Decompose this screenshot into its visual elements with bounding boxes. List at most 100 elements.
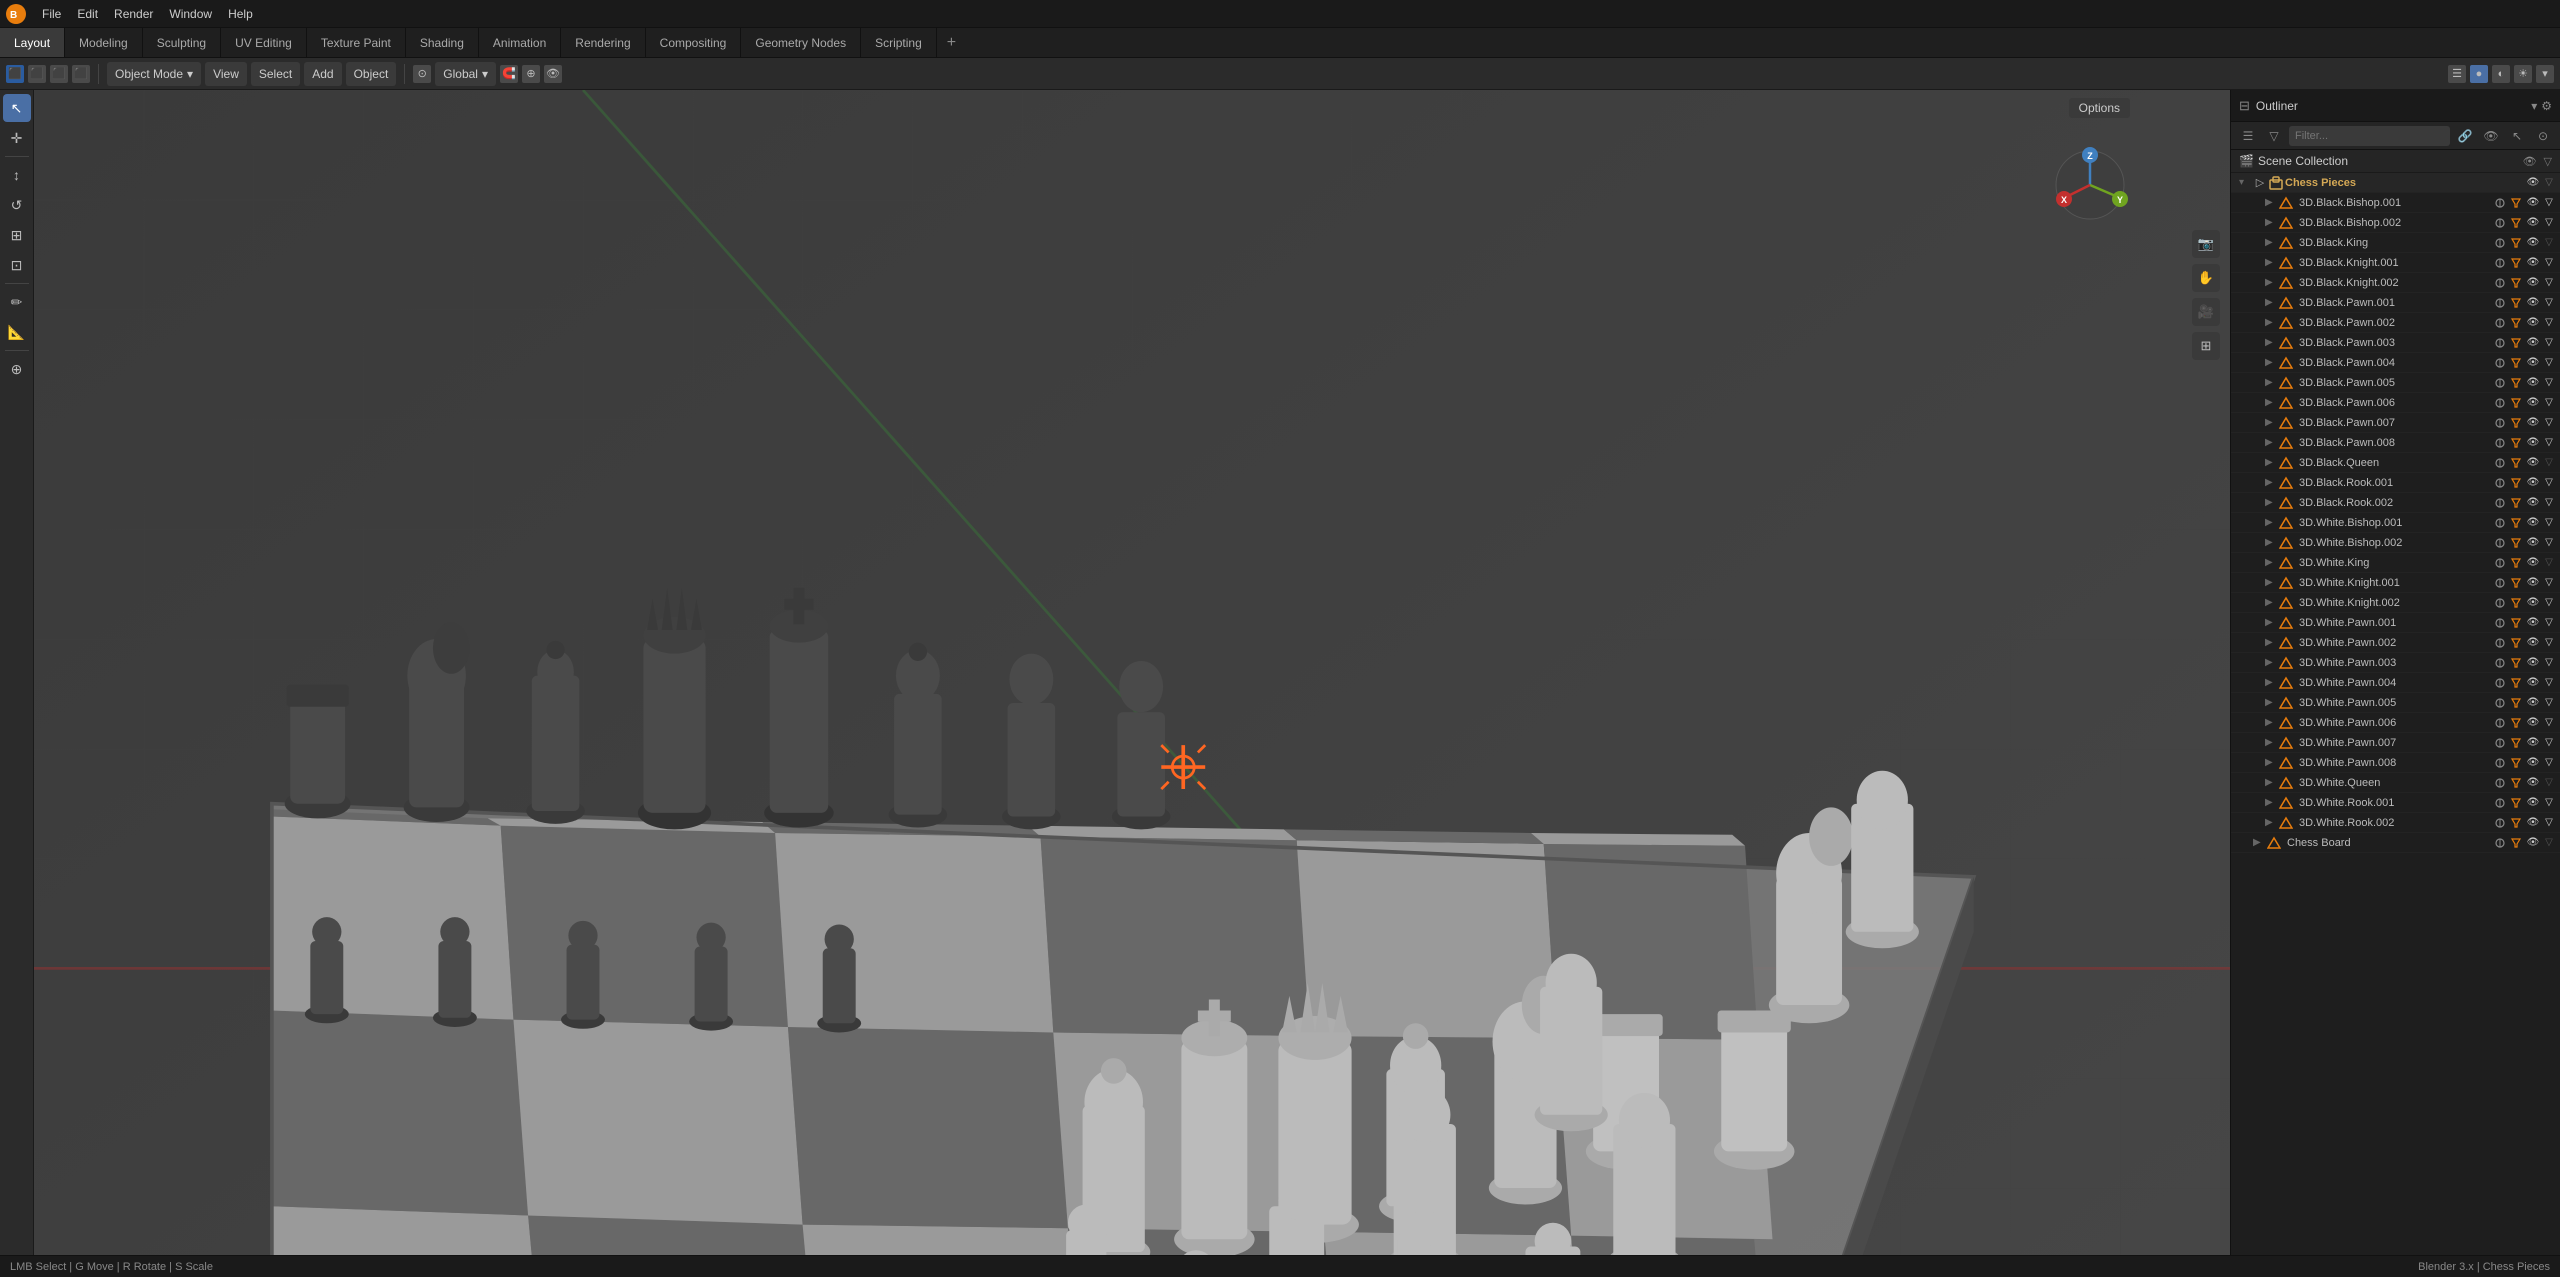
outliner-item[interactable]: ▶ 3D.White.Knight.002 👁 ▽ bbox=[2231, 593, 2560, 613]
outliner-restrict-icon[interactable]: 👁 bbox=[2480, 125, 2502, 147]
viewport-grid-icon[interactable]: ⊞ bbox=[2192, 332, 2220, 360]
item-armature-icon[interactable] bbox=[2494, 437, 2506, 449]
item-visibility[interactable]: 👁 bbox=[2526, 536, 2540, 550]
outliner-item[interactable]: ▶ 3D.White.Bishop.002 👁 ▽ bbox=[2231, 533, 2560, 553]
viewport-shading-more[interactable]: ▾ bbox=[2536, 65, 2554, 83]
item-visibility[interactable]: 👁 bbox=[2526, 716, 2540, 730]
item-armature-icon[interactable] bbox=[2494, 317, 2506, 329]
item-visibility[interactable]: 👁 bbox=[2526, 556, 2540, 570]
item-visibility[interactable]: 👁 bbox=[2526, 756, 2540, 770]
item-visibility[interactable]: 👁 bbox=[2526, 836, 2540, 850]
item-visibility[interactable]: 👁 bbox=[2526, 616, 2540, 630]
item-visibility[interactable]: 👁 bbox=[2526, 336, 2540, 350]
outliner-item[interactable]: ▶ 3D.Black.King 👁 ▽ bbox=[2231, 233, 2560, 253]
outliner-sync-icon[interactable]: 🔗 bbox=[2454, 125, 2476, 147]
item-visibility[interactable]: 👁 bbox=[2526, 216, 2540, 230]
item-armature-icon[interactable] bbox=[2494, 837, 2506, 849]
item-restrict[interactable]: ▽ bbox=[2542, 676, 2556, 690]
item-filter-icon[interactable] bbox=[2510, 477, 2522, 489]
pivot-icon[interactable]: ⊙ bbox=[413, 65, 431, 83]
menu-file[interactable]: File bbox=[34, 5, 69, 23]
item-visibility[interactable]: 👁 bbox=[2526, 636, 2540, 650]
outliner-item[interactable]: ▶ 3D.Black.Queen 👁 ▽ bbox=[2231, 453, 2560, 473]
item-visibility[interactable]: 👁 bbox=[2526, 576, 2540, 590]
item-armature-icon[interactable] bbox=[2494, 757, 2506, 769]
item-visibility[interactable]: 👁 bbox=[2526, 456, 2540, 470]
outliner-restrict-render-icon[interactable]: ⊙ bbox=[2532, 125, 2554, 147]
tab-uv-editing[interactable]: UV Editing bbox=[221, 28, 307, 57]
item-restrict[interactable]: ▽ bbox=[2542, 216, 2556, 230]
item-armature-icon[interactable] bbox=[2494, 557, 2506, 569]
toolbar-icon3[interactable]: ⬛ bbox=[50, 65, 68, 83]
item-filter-icon[interactable] bbox=[2510, 537, 2522, 549]
item-restrict[interactable]: ▽ bbox=[2542, 736, 2556, 750]
item-armature-icon[interactable] bbox=[2494, 497, 2506, 509]
outliner-item[interactable]: ▶ 3D.Black.Knight.001 👁 ▽ bbox=[2231, 253, 2560, 273]
viewport-hand-icon[interactable]: ✋ bbox=[2192, 264, 2220, 292]
item-filter-icon[interactable] bbox=[2510, 797, 2522, 809]
item-restrict[interactable]: ▽ bbox=[2542, 236, 2556, 250]
item-restrict[interactable]: ▽ bbox=[2542, 636, 2556, 650]
item-filter-icon[interactable] bbox=[2510, 377, 2522, 389]
item-restrict[interactable]: ▽ bbox=[2542, 316, 2556, 330]
item-restrict[interactable]: ▽ bbox=[2542, 196, 2556, 210]
item-visibility[interactable]: 👁 bbox=[2526, 196, 2540, 210]
item-armature-icon[interactable] bbox=[2494, 357, 2506, 369]
item-armature-icon[interactable] bbox=[2494, 397, 2506, 409]
tab-geometry-nodes[interactable]: Geometry Nodes bbox=[741, 28, 861, 57]
item-visibility[interactable]: 👁 bbox=[2526, 236, 2540, 250]
item-armature-icon[interactable] bbox=[2494, 237, 2506, 249]
item-visibility[interactable]: 👁 bbox=[2526, 596, 2540, 610]
menu-window[interactable]: Window bbox=[161, 5, 220, 23]
item-armature-icon[interactable] bbox=[2494, 477, 2506, 489]
viewport-shading-material[interactable]: ◐ bbox=[2492, 65, 2510, 83]
viewport-shading-wire[interactable]: ☰ bbox=[2448, 65, 2466, 83]
item-visibility[interactable]: 👁 bbox=[2526, 276, 2540, 290]
outliner-item[interactable]: ▶ 3D.White.Queen 👁 ▽ bbox=[2231, 773, 2560, 793]
item-armature-icon[interactable] bbox=[2494, 657, 2506, 669]
item-filter-icon[interactable] bbox=[2510, 837, 2522, 849]
select-menu[interactable]: Select bbox=[251, 62, 300, 86]
tab-texture-paint[interactable]: Texture Paint bbox=[307, 28, 406, 57]
item-filter-icon[interactable] bbox=[2510, 597, 2522, 609]
item-restrict[interactable]: ▽ bbox=[2542, 436, 2556, 450]
item-restrict[interactable]: ▽ bbox=[2542, 276, 2556, 290]
collection-visibility-toggle[interactable]: 👁 bbox=[2526, 176, 2540, 190]
item-filter-icon[interactable] bbox=[2510, 197, 2522, 209]
outliner-item[interactable]: ▶ 3D.White.Pawn.008 👁 ▽ bbox=[2231, 753, 2560, 773]
item-visibility[interactable]: 👁 bbox=[2526, 496, 2540, 510]
item-filter-icon[interactable] bbox=[2510, 557, 2522, 569]
item-restrict[interactable]: ▽ bbox=[2542, 616, 2556, 630]
outliner-search-input[interactable] bbox=[2289, 126, 2450, 146]
item-visibility[interactable]: 👁 bbox=[2526, 776, 2540, 790]
item-armature-icon[interactable] bbox=[2494, 277, 2506, 289]
panel-settings-icon[interactable]: ⚙ bbox=[2541, 99, 2552, 113]
object-mode-dropdown[interactable]: Object Mode ▾ bbox=[107, 62, 201, 86]
item-restrict[interactable]: ▽ bbox=[2542, 416, 2556, 430]
outliner-filter-icon[interactable]: ▽ bbox=[2263, 125, 2285, 147]
tool-measure[interactable]: 📐 bbox=[3, 318, 31, 346]
item-visibility[interactable]: 👁 bbox=[2526, 436, 2540, 450]
item-restrict[interactable]: ▽ bbox=[2542, 356, 2556, 370]
item-filter-icon[interactable] bbox=[2510, 777, 2522, 789]
item-restrict[interactable]: ▽ bbox=[2542, 716, 2556, 730]
outliner-item[interactable]: ▶ 3D.White.Pawn.006 👁 ▽ bbox=[2231, 713, 2560, 733]
outliner-item[interactable]: ▶ 3D.Black.Bishop.002 👁 ▽ bbox=[2231, 213, 2560, 233]
snap-icon[interactable]: 🧲 bbox=[500, 65, 518, 83]
outliner-item[interactable]: ▶ 3D.White.Bishop.001 👁 ▽ bbox=[2231, 513, 2560, 533]
viewport-gizmo[interactable]: Z Y X bbox=[2050, 145, 2130, 225]
outliner-item[interactable]: ▶ 3D.Black.Pawn.003 👁 ▽ bbox=[2231, 333, 2560, 353]
viewport-camera-icon[interactable]: 📷 bbox=[2192, 230, 2220, 258]
item-restrict[interactable]: ▽ bbox=[2542, 456, 2556, 470]
item-filter-icon[interactable] bbox=[2510, 817, 2522, 829]
item-filter-icon[interactable] bbox=[2510, 357, 2522, 369]
item-armature-icon[interactable] bbox=[2494, 797, 2506, 809]
item-armature-icon[interactable] bbox=[2494, 217, 2506, 229]
item-armature-icon[interactable] bbox=[2494, 297, 2506, 309]
viewport-film-icon[interactable]: 🎥 bbox=[2192, 298, 2220, 326]
menu-render[interactable]: Render bbox=[106, 5, 161, 23]
outliner-display-mode[interactable]: ☰ bbox=[2237, 125, 2259, 147]
outliner-restrict-select-icon[interactable]: ↖ bbox=[2506, 125, 2528, 147]
item-restrict[interactable]: ▽ bbox=[2542, 476, 2556, 490]
tool-rotate[interactable]: ↺ bbox=[3, 191, 31, 219]
